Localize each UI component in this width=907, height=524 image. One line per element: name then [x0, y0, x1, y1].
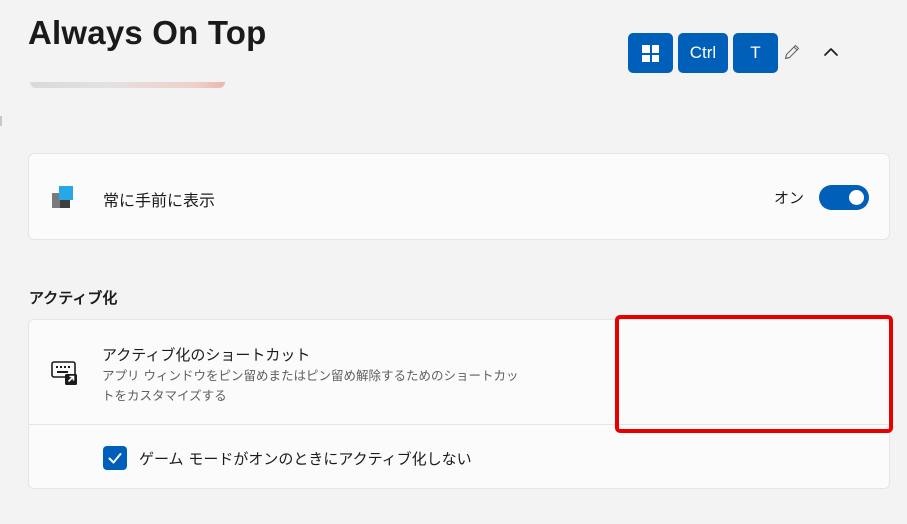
activation-section-header: アクティブ化 [29, 289, 118, 307]
windows-key-icon [642, 45, 659, 62]
highlight-annotation-box [615, 315, 893, 433]
always-on-top-settings-page: Always On Top 常に手前に表示 オン アクティブ化 アクティブ化のシ… [0, 0, 907, 524]
always-on-top-app-icon [51, 185, 75, 209]
always-on-top-card: 常に手前に表示 オン [28, 153, 890, 240]
pencil-icon[interactable] [782, 42, 802, 62]
scroll-edge-marker [0, 116, 2, 126]
toggle-state-text: オン [773, 189, 804, 207]
keyboard-shortcut-icon [51, 361, 77, 385]
chevron-up-icon[interactable] [820, 42, 842, 62]
toggle-knob [849, 190, 864, 205]
checkmark-icon [108, 453, 122, 464]
key-win[interactable] [628, 33, 673, 73]
shortcut-description: アプリ ウィンドウをピン留めまたはピン留め解除するためのショートカットをカスタマ… [102, 368, 519, 403]
page-title: Always On Top [28, 14, 267, 51]
always-on-top-toggle[interactable] [819, 185, 869, 210]
always-on-top-label: 常に手前に表示 [103, 191, 216, 210]
game-mode-label: ゲーム モードがオンのときにアクティブ化しない [139, 450, 472, 468]
key-ctrl[interactable]: Ctrl [678, 33, 728, 73]
shortcut-title: アクティブ化のショートカット [102, 346, 311, 364]
game-mode-checkbox[interactable] [103, 446, 127, 470]
hero-image-edge [30, 82, 225, 88]
key-t[interactable]: T [733, 33, 778, 73]
